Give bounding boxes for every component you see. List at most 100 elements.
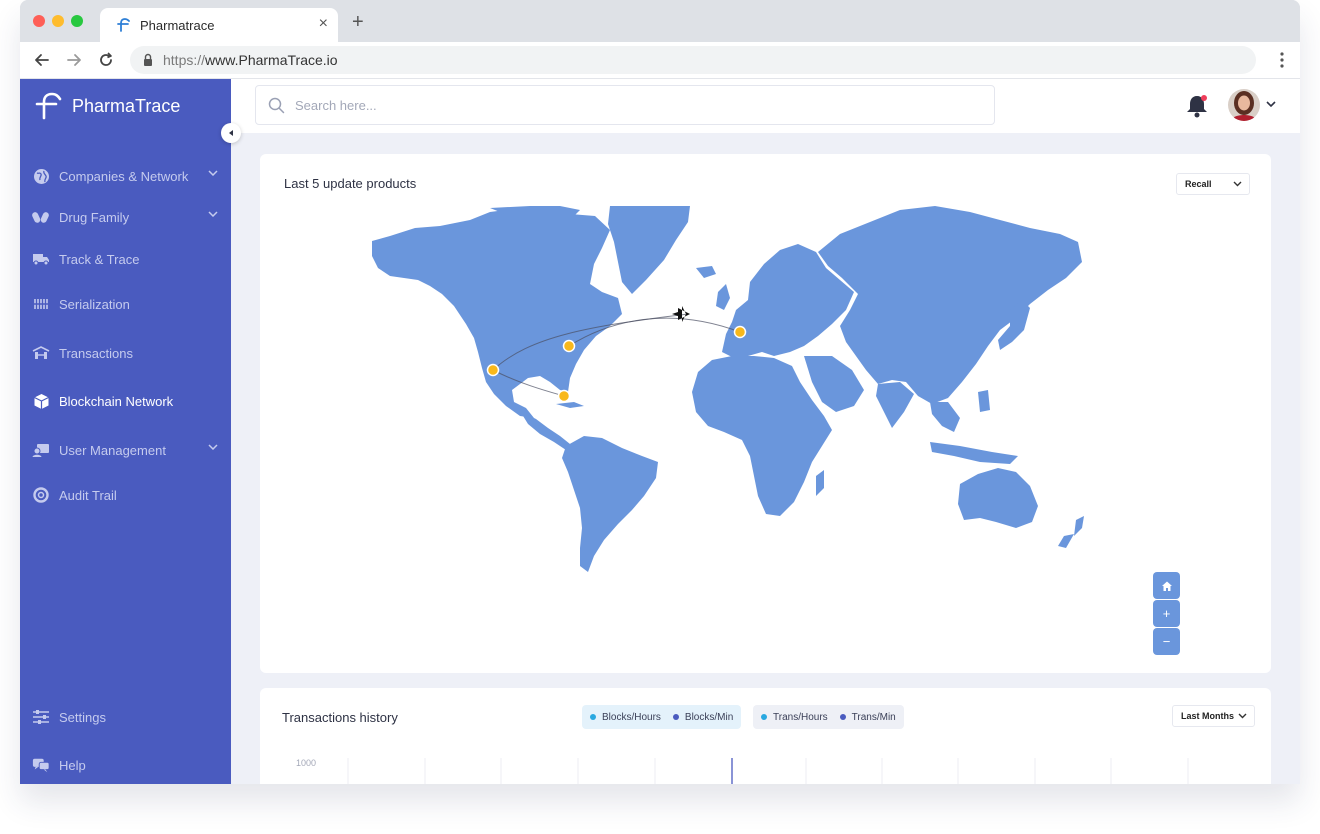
sidebar-item-blockchain-network[interactable]: Blockchain Network — [20, 387, 231, 415]
legend-blocks-min[interactable]: Blocks/Min — [672, 711, 734, 723]
sidebar-item-drug-family[interactable]: Drug Family — [20, 203, 231, 231]
legend-label: Trans/Hours — [773, 711, 828, 723]
maximize-window-button[interactable] — [71, 15, 83, 27]
transactions-card-title: Transactions history — [282, 710, 398, 725]
sidebar-collapse-button[interactable] — [221, 123, 241, 143]
legend-dot — [761, 714, 767, 720]
map-card-title: Last 5 update products — [284, 176, 417, 191]
sidebar-item-label: Track & Trace — [59, 251, 140, 267]
chart-gridlines — [347, 758, 1189, 784]
url-scheme: https:// — [163, 52, 206, 68]
forward-arrow-icon[interactable] — [64, 50, 84, 70]
south-america — [562, 436, 658, 572]
sidebar-item-label: Blockchain Network — [59, 393, 174, 409]
location-marker[interactable] — [562, 339, 576, 353]
sidebar-item-label: Audit Trail — [59, 487, 117, 503]
search-icon — [268, 97, 285, 113]
sidebar-item-label: Help — [59, 757, 86, 773]
southeast-asia — [930, 402, 960, 432]
map-zoom-out-button[interactable]: − — [1153, 628, 1180, 655]
legend-dot — [839, 714, 846, 720]
search-box[interactable] — [255, 85, 995, 125]
lifebuoy-icon — [32, 486, 50, 504]
pharmatrace-favicon-icon — [117, 18, 130, 32]
iceland — [696, 266, 716, 278]
sidebar-item-label: Serialization — [59, 296, 130, 312]
location-marker[interactable] — [733, 325, 747, 339]
search-input[interactable] — [295, 97, 975, 113]
transactions-card: Transactions history Blocks/Hours Blocks… — [260, 688, 1271, 784]
sidebar-item-label: Settings — [59, 709, 106, 725]
sidebar-item-audit-trail[interactable]: Audit Trail — [20, 481, 231, 509]
philippines — [978, 390, 990, 412]
uk-ireland — [716, 284, 730, 310]
australia — [958, 468, 1038, 528]
brand-logo[interactable]: PharmaTrace — [34, 91, 180, 121]
globe-icon — [32, 167, 50, 185]
close-window-button[interactable] — [33, 15, 45, 27]
sidebar-item-label: Transactions — [59, 345, 133, 361]
reload-icon[interactable] — [96, 50, 116, 70]
address-bar[interactable]: https://www.PharmaTrace.io — [130, 46, 1256, 74]
top-bar — [231, 79, 1300, 133]
north-america-landmass — [372, 208, 622, 418]
legend-trans-min[interactable]: Trans/Min — [839, 711, 896, 723]
map-home-button[interactable] — [1153, 572, 1180, 599]
greenland — [608, 206, 690, 294]
truck-icon — [32, 250, 50, 268]
chevron-down-icon — [208, 211, 218, 217]
tab-close-icon[interactable]: × — [319, 16, 328, 32]
sidebar-item-serialization[interactable]: Serialization — [20, 290, 231, 318]
india — [876, 382, 914, 428]
minimize-window-button[interactable] — [52, 15, 64, 27]
sidebar: PharmaTrace Companies & Network Drug Fam… — [20, 79, 231, 784]
cube-icon — [32, 392, 50, 410]
lock-icon — [144, 53, 152, 66]
chat-help-icon — [32, 756, 50, 774]
map-zoom-in-button[interactable]: + — [1153, 600, 1180, 627]
sidebar-item-companies-network[interactable]: Companies & Network — [20, 162, 231, 190]
legend-blocks: Blocks/Hours Blocks/Min — [582, 705, 742, 729]
legend-label: Blocks/Min — [684, 711, 734, 723]
sidebar-item-settings[interactable]: Settings — [20, 703, 231, 731]
new-zealand — [1058, 516, 1084, 548]
legend-label: Trans/Min — [851, 711, 896, 723]
sidebar-item-label: Drug Family — [59, 209, 130, 225]
recall-filter-select[interactable]: Recall — [1176, 173, 1250, 195]
chevron-down-icon[interactable] — [1266, 101, 1276, 107]
sidebar-item-user-management[interactable]: User Management — [20, 436, 231, 464]
chevron-down-icon — [208, 170, 218, 176]
africa — [692, 356, 832, 516]
bell-icon[interactable] — [1185, 93, 1209, 119]
legend-trans-hours[interactable]: Trans/Hours — [761, 712, 828, 723]
transactions-chart: 1000 — [296, 758, 1189, 784]
period-select[interactable]: Last Months — [1172, 705, 1255, 727]
brand-name: PharmaTrace — [72, 95, 181, 116]
browser-menu-icon[interactable] — [1280, 52, 1284, 68]
legend-blocks-hours[interactable]: Blocks/Hours — [590, 712, 661, 723]
location-marker[interactable] — [557, 389, 571, 403]
legend-label: Blocks/Hours — [602, 711, 661, 723]
world-map[interactable] — [370, 206, 1090, 578]
madagascar — [816, 470, 824, 496]
user-card-icon — [32, 441, 50, 459]
pharmatrace-logo-icon — [35, 92, 62, 120]
sidebar-item-help[interactable]: Help — [20, 751, 231, 779]
browser-tab[interactable]: Pharmatrace × — [100, 8, 338, 42]
new-tab-button[interactable]: + — [352, 12, 364, 32]
caret-left-icon — [229, 130, 233, 136]
location-marker[interactable] — [486, 363, 500, 377]
avatar[interactable] — [1228, 89, 1260, 121]
browser-tabbar: Pharmatrace × + — [20, 0, 1300, 42]
recall-filter-value: Recall — [1185, 179, 1212, 189]
sidebar-item-label: User Management — [59, 442, 166, 458]
sidebar-item-transactions[interactable]: Transactions — [20, 339, 231, 367]
central-america — [520, 411, 570, 450]
sidebar-item-label: Companies & Network — [59, 168, 189, 184]
serialization-icon — [32, 295, 50, 313]
window-controls — [33, 15, 83, 27]
indonesia — [930, 442, 1018, 464]
sidebar-item-track-trace[interactable]: Track & Trace — [20, 245, 231, 273]
back-arrow-icon[interactable] — [32, 50, 52, 70]
legend-trans: Trans/Hours Trans/Min — [753, 705, 904, 729]
